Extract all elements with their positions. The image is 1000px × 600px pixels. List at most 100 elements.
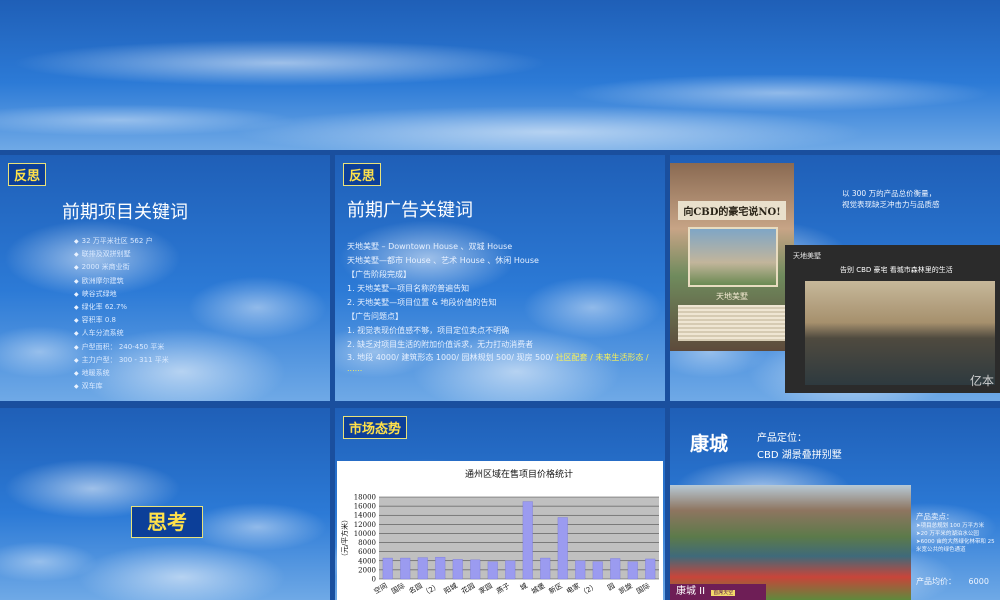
slide-project-keywords[interactable]: 反思 前期项目关键词 32 万平米社区 562 户联排及双拼别墅2000 米商业… <box>0 155 330 401</box>
price-label: 产品均价： <box>916 577 956 586</box>
chart-bar <box>487 561 498 580</box>
keyword-item: 2000 米商业街 <box>74 261 169 274</box>
chart-x-tick-label: （2） <box>421 582 441 598</box>
chart-x-tick-label: 城 <box>519 582 529 592</box>
chart-bar <box>575 560 586 580</box>
keyword-item: 户型面积： 240-450 平米 <box>74 341 169 354</box>
chart-y-tick-label: 14000 <box>354 512 376 520</box>
chart-y-tick-label: 2000 <box>358 566 376 574</box>
position-label: 产品定位： <box>757 433 807 444</box>
position-value: CBD 湖景叠拼别墅 <box>757 450 842 461</box>
ad-copy-block <box>678 305 786 341</box>
think-word: 思考 <box>131 506 203 538</box>
slide-kangcheng[interactable]: 康城 产品定位： CBD 湖景叠拼别墅 康城 II 首席天空 产品卖点： ➤项目… <box>670 408 1000 600</box>
chart-y-tick-label: 18000 <box>354 494 376 502</box>
slide-title: 前期广告关键词 <box>347 200 473 221</box>
chart-y-tick-label: 0 <box>372 576 376 584</box>
keyword-item: 峡谷式绿地 <box>74 288 169 301</box>
chart-bar <box>505 560 516 580</box>
feature-item: ➤项目总规划 100 万平方米 <box>916 523 985 529</box>
chart-bar <box>540 557 551 580</box>
ad-keyword-line: 1. 视觉表现价值感不够，项目定位卖点不明确 <box>347 326 510 335</box>
ad-keyword-line: 2. 天地美墅—项目位置 & 地段价值的告知 <box>347 298 497 307</box>
chart-bar <box>382 557 393 580</box>
ad-photo-scene <box>805 281 995 385</box>
chart-bar <box>470 559 481 580</box>
slide-think[interactable]: 思考 <box>0 408 330 600</box>
chart-title: 通州区域在售项目价格统计 <box>465 468 573 480</box>
chart-y-axis-label: （元/平方米） <box>340 516 349 560</box>
chart-bar <box>452 559 463 580</box>
kangcheng-photo: 康城 II 首席天空 <box>670 485 911 600</box>
ad-keyword-line: 1. 天地美墅—项目名称的普遍告知 <box>347 284 470 293</box>
ad-last-line: 3. 地段 4000/ 建筑形态 1000/ 园林规划 500/ 现房 500/… <box>347 352 652 374</box>
chart-x-tick-label: （2） <box>579 582 599 598</box>
chart-y-tick-label: 4000 <box>358 557 376 565</box>
ad-image-cbd-no: 向CBD的豪宅说NO! 天地美墅 <box>670 163 794 351</box>
slide-market-trend[interactable]: 市场态势 通州区域在售项目价格统计 0 2000 4000 6000 8000 10000 1… <box>335 408 665 600</box>
chart-x-tick-label: 名园 <box>407 581 424 596</box>
ad-image-city-forest: 天地美墅 告别 CBD 豪宅 看城市森林里的生活 亿本 <box>785 245 1000 393</box>
features-title: 产品卖点： <box>916 512 954 521</box>
chart-x-tick-label: 花园 <box>460 581 477 596</box>
ad-keyword-line: 天地美墅—都市 House 、艺术 House 、休闲 House <box>347 256 539 265</box>
ad-headline: 告别 CBD 豪宅 看城市森林里的生活 <box>840 266 953 274</box>
keyword-item: 主力户型： 300 - 311 平米 <box>74 354 169 367</box>
chart-y-tick-label: 10000 <box>354 530 376 538</box>
photo-caption-text: 康城 II <box>676 586 706 597</box>
ad-keyword-line: 天地美墅 – Downtown House 、双城 House <box>347 242 513 251</box>
feature-item: ➤20 万平米的湖泊水公园 <box>916 531 979 537</box>
chart-x-tick-label: 家园 <box>477 581 494 596</box>
keyword-item: 32 万平米社区 562 户 <box>74 235 169 248</box>
keyword-item: 人车分流系统 <box>74 327 169 340</box>
chart-bar <box>400 557 411 580</box>
chart-bar <box>417 557 428 580</box>
market-tag: 市场态势 <box>343 416 408 439</box>
slide-ad-samples[interactable]: 向CBD的豪宅说NO! 天地美墅 天地美墅 告别 CBD 豪宅 看城市森林里的生… <box>670 155 1000 401</box>
ad-keyword-line: 2. 缺乏对项目生活的附加价值诉求，无力打动消费者 <box>347 340 534 349</box>
features-list: ➤项目总规划 100 万平方米 ➤20 万平米的湖泊水公园 ➤6000 亩的大然绿化… <box>916 522 998 554</box>
reflect-tag: 反思 <box>8 163 47 186</box>
price-bar-chart: 通州区域在售项目价格统计0200040006000800010000120001… <box>340 468 659 598</box>
price-value: 6000 <box>968 577 989 586</box>
chart-x-tick-label: 城堡 <box>530 581 547 596</box>
chart-y-tick-label: 12000 <box>354 521 376 529</box>
chart-bar <box>522 501 533 580</box>
chart-bar <box>557 517 568 580</box>
ad-keyword-lines: 天地美墅 – Downtown House 、双城 House 天地美墅—都市 H… <box>347 240 659 352</box>
top-sky-banner <box>0 0 1000 150</box>
chart-x-tick-label: 阳城 <box>442 581 459 596</box>
chart-x-tick-label: 新区 <box>547 581 564 596</box>
ad-watermark: 亿本 <box>969 374 994 388</box>
ad-subtitle: 天地美墅 <box>716 292 748 301</box>
slide-title: 前期项目关键词 <box>62 202 188 223</box>
chart-bar <box>627 561 638 580</box>
reflect-tag: 反思 <box>343 163 382 186</box>
keyword-item: 双车库 <box>74 380 169 393</box>
price-line: 产品均价： 6000 <box>916 576 989 587</box>
chart-y-tick-label: 16000 <box>354 503 376 511</box>
ad-keyword-line: 【广告问题点】 <box>347 312 403 321</box>
ad-brand: 天地美墅 <box>793 252 821 260</box>
chart-x-tick-label: 燕子 <box>495 581 512 596</box>
chart-x-tick-label: 凯旋 <box>617 581 634 596</box>
project-name: 康城 <box>690 433 729 455</box>
ad-keyword-line: 【广告阶段完成】 <box>347 270 411 279</box>
chart-x-tick-label: 园 <box>606 582 616 592</box>
keyword-item: 联排及双拼别墅 <box>74 248 169 261</box>
chart-bar <box>610 558 621 580</box>
photo-caption: 康城 II 首席天空 <box>670 584 766 600</box>
chart-bar <box>592 561 603 580</box>
keyword-item: 地暖系统 <box>74 367 169 380</box>
keyword-item: 容积率 0.8 <box>74 314 169 327</box>
price-chart-box: 通州区域在售项目价格统计 0 2000 4000 6000 8000 10000 12000 1… <box>337 461 663 600</box>
keyword-item: 绿化率 62.7% <box>74 301 169 314</box>
chart-y-tick-label: 8000 <box>358 539 376 547</box>
chart-y-tick-label: 6000 <box>358 548 376 556</box>
keyword-item: 欧洲摩尔建筑 <box>74 275 169 288</box>
slide-ad-keywords[interactable]: 反思 前期广告关键词 天地美墅 – Downtown House 、双城 Hou… <box>335 155 665 401</box>
ad-villa-photo <box>688 227 778 287</box>
ad-note-line-2: 视觉表现缺乏冲击力与品质感 <box>842 200 940 209</box>
chart-x-tick-label: 国际 <box>390 581 407 596</box>
chart-x-tick-label: 国际 <box>635 581 652 596</box>
